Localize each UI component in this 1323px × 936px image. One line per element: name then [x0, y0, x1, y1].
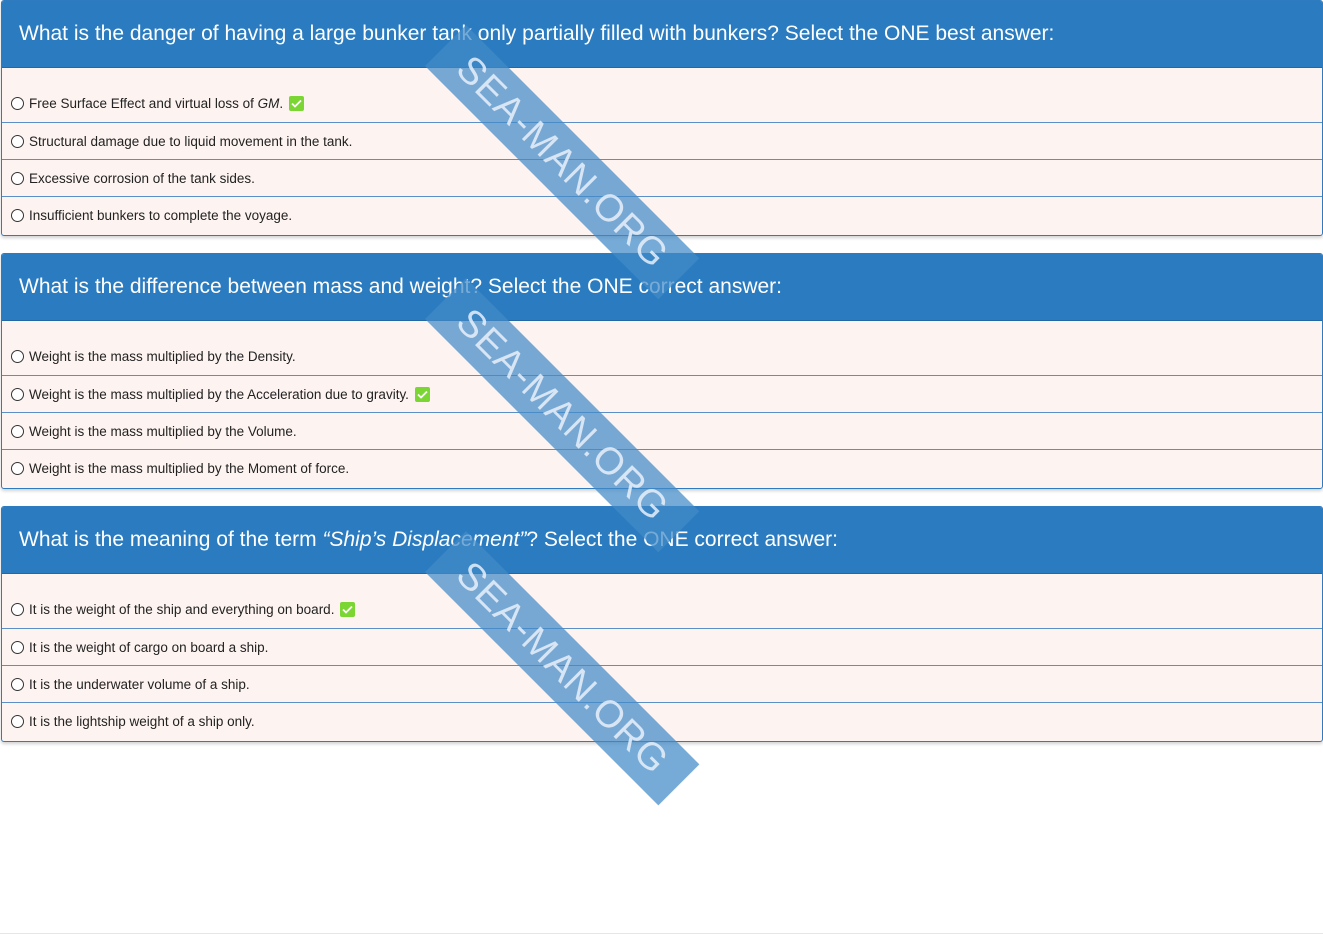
quiz-page: What is the danger of having a large bun…: [0, 0, 1323, 936]
answer-text: Weight is the mass multiplied by the Den…: [29, 348, 296, 364]
checkmark-icon: [340, 601, 356, 617]
radio-button-icon[interactable]: [11, 171, 24, 185]
radio-button-icon[interactable]: [11, 461, 24, 475]
radio-button-icon[interactable]: [11, 640, 24, 654]
answer-option[interactable]: Weight is the mass multiplied by the Vol…: [2, 412, 1322, 449]
answer-text: It is the lightship weight of a ship onl…: [29, 713, 255, 729]
answer-text: Weight is the mass multiplied by the Mom…: [29, 460, 350, 476]
answer-text: It is the underwater volume of a ship.: [29, 676, 250, 692]
answer-option[interactable]: It is the underwater volume of a ship.: [2, 665, 1322, 702]
answer-text: Free Surface Effect and virtual loss of …: [29, 95, 284, 111]
checkmark-icon: [414, 386, 430, 402]
answer-text: Structural damage due to liquid movement…: [29, 133, 353, 149]
answer-option[interactable]: It is the weight of the ship and everyth…: [2, 574, 1322, 628]
divider: [0, 933, 1323, 934]
answer-option[interactable]: It is the lightship weight of a ship onl…: [2, 702, 1322, 739]
answer-list: It is the weight of the ship and everyth…: [2, 574, 1322, 739]
checkmark-icon: [289, 95, 305, 111]
radio-button-icon[interactable]: [11, 424, 24, 438]
answer-text: Excessive corrosion of the tank sides.: [29, 170, 255, 186]
answer-text: Insufficient bunkers to complete the voy…: [29, 207, 293, 223]
answer-option[interactable]: Excessive corrosion of the tank sides.: [2, 159, 1322, 196]
answer-option[interactable]: Structural damage due to liquid movement…: [2, 122, 1322, 159]
question-title: What is the meaning of the term “Ship’s …: [2, 507, 1322, 574]
radio-button-icon[interactable]: [11, 602, 24, 616]
radio-button-icon[interactable]: [11, 387, 24, 401]
question-title: What is the danger of having a large bun…: [2, 1, 1322, 68]
radio-button-icon[interactable]: [11, 714, 24, 728]
answer-list: Weight is the mass multiplied by the Den…: [2, 321, 1322, 486]
radio-button-icon[interactable]: [11, 96, 24, 110]
answer-option[interactable]: Weight is the mass multiplied by the Mom…: [2, 449, 1322, 486]
question-card-3: What is the meaning of the term “Ship’s …: [1, 506, 1323, 742]
question-card-2: What is the difference between mass and …: [1, 253, 1323, 489]
answer-option[interactable]: It is the weight of cargo on board a shi…: [2, 628, 1322, 665]
answer-option[interactable]: Weight is the mass multiplied by the Den…: [2, 321, 1322, 375]
question-title: What is the difference between mass and …: [2, 254, 1322, 321]
answer-option[interactable]: Free Surface Effect and virtual loss of …: [2, 68, 1322, 122]
answer-text: Weight is the mass multiplied by the Acc…: [29, 386, 409, 402]
answer-text: Weight is the mass multiplied by the Vol…: [29, 423, 297, 439]
question-card-1: What is the danger of having a large bun…: [1, 0, 1323, 236]
answer-text: It is the weight of the ship and everyth…: [29, 601, 335, 617]
radio-button-icon[interactable]: [11, 134, 24, 148]
radio-button-icon[interactable]: [11, 677, 24, 691]
answer-text: It is the weight of cargo on board a shi…: [29, 639, 269, 655]
radio-button-icon[interactable]: [11, 349, 24, 363]
answer-option[interactable]: Weight is the mass multiplied by the Acc…: [2, 375, 1322, 412]
answer-list: Free Surface Effect and virtual loss of …: [2, 68, 1322, 233]
radio-button-icon[interactable]: [11, 208, 24, 222]
answer-option[interactable]: Insufficient bunkers to complete the voy…: [2, 196, 1322, 233]
